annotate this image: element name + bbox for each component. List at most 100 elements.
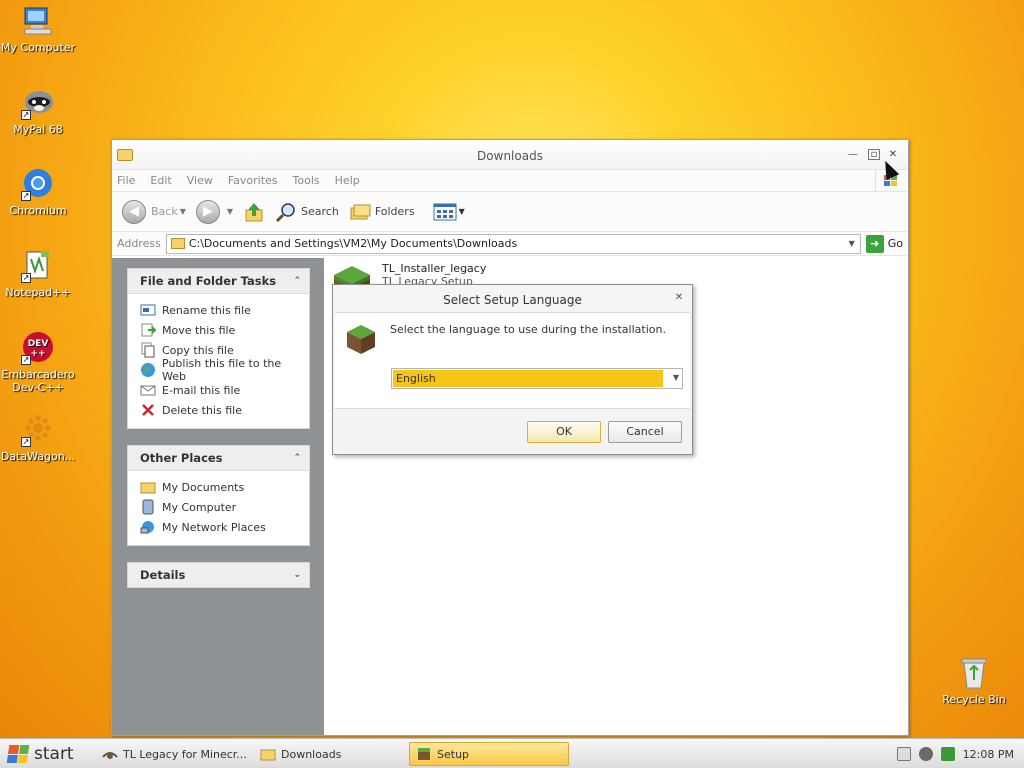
address-bar: Address C:\Documents and Settings\VM2\My… (112, 232, 908, 256)
desktop-icon-devcpp[interactable]: DEV ++ ↗ Embarcadero Dev-C++ (0, 331, 78, 394)
chromium-icon: ↗ (21, 167, 55, 201)
task-publish[interactable]: Publish this file to the Web (140, 357, 299, 383)
collapse-icon[interactable]: ⌃ (293, 276, 301, 286)
task-rename[interactable]: Rename this file (140, 300, 299, 320)
place-label: My Documents (162, 480, 245, 494)
dialog-titlebar[interactable]: Select Setup Language ✕ (333, 285, 692, 312)
start-button[interactable]: start (2, 741, 78, 767)
desktop-icon-label: Notepad++ (5, 286, 71, 299)
other-places-panel: Other Places ⌃ My Documents My Computer … (127, 445, 310, 546)
task-pane: File and Folder Tasks ⌃ Rename this file… (112, 258, 324, 735)
expand-icon[interactable]: ⌄ (293, 570, 301, 580)
minecraft-block-icon (345, 323, 377, 355)
language-select[interactable]: English ▼ (391, 368, 683, 389)
back-arrow-icon: ◀ (122, 199, 146, 224)
menu-bar: File Edit View Favorites Tools Help (112, 170, 908, 192)
window-titlebar[interactable]: Downloads — ▫ ✕ (112, 140, 908, 170)
cancel-button[interactable]: Cancel (608, 421, 682, 443)
datawagon-icon: ↗ (21, 413, 55, 447)
desktop-icon-label: Chromium (9, 204, 67, 217)
collapse-icon[interactable]: ⌃ (293, 453, 301, 463)
menu-tools[interactable]: Tools (293, 174, 320, 187)
place-network[interactable]: My Network Places (140, 517, 299, 537)
chevron-down-icon: ▼ (458, 207, 465, 216)
back-button[interactable]: ◀ Back ▼ (122, 199, 186, 224)
menu-help[interactable]: Help (335, 174, 360, 187)
panel-title: Other Places (140, 451, 223, 465)
desktop-icon-my-computer[interactable]: My Computer (0, 4, 78, 54)
ok-button[interactable]: OK (527, 421, 601, 443)
back-label: Back (151, 205, 178, 218)
menu-edit[interactable]: Edit (150, 174, 171, 187)
network-status-icon[interactable] (940, 747, 955, 761)
taskbar-item-tl-legacy[interactable]: TL Legacy for Minecr... (96, 742, 250, 766)
folders-label: Folders (374, 205, 415, 218)
keyboard-icon[interactable] (896, 747, 911, 761)
place-my-computer[interactable]: My Computer (140, 497, 299, 517)
taskbar-item-downloads[interactable]: Downloads (254, 742, 404, 766)
globe-icon (140, 362, 156, 378)
shortcut-arrow-icon: ↗ (21, 191, 31, 201)
task-label: Copy this file (162, 343, 234, 357)
search-button[interactable]: Search (275, 201, 339, 223)
go-button[interactable]: ➜ Go (865, 234, 903, 253)
panel-header[interactable]: Details ⌄ (128, 563, 309, 587)
dialog-close-button[interactable]: ✕ (672, 291, 686, 305)
setup-language-dialog[interactable]: Select Setup Language ✕ Select the langu… (332, 284, 693, 455)
desktop-icon-label: My Computer (0, 41, 76, 54)
task-move[interactable]: Move this file (140, 320, 299, 340)
chevron-down-icon[interactable]: ▼ (673, 373, 679, 382)
go-arrow-icon: ➜ (865, 234, 884, 253)
security-icon[interactable] (918, 747, 933, 761)
svg-text:++: ++ (30, 349, 45, 359)
windows-logo-icon (6, 745, 30, 763)
task-label: Rename this file (162, 303, 251, 317)
email-icon (140, 382, 156, 398)
desktop-icon-notepadpp[interactable]: ↗ Notepad++ (0, 249, 78, 299)
shortcut-arrow-icon: ↗ (21, 273, 31, 283)
folders-icon (350, 204, 371, 219)
views-button[interactable]: ▼ (433, 203, 465, 221)
taskbar-item-setup[interactable]: Setup (409, 742, 569, 766)
forward-arrow-icon: ▶ (195, 199, 220, 224)
chevron-down-icon[interactable]: ▼ (844, 239, 860, 248)
taskbar-item-label: Setup (437, 747, 470, 761)
dialog-body: Select the language to use during the in… (335, 312, 690, 409)
delete-icon (140, 402, 156, 418)
desktop-icon-datawagon[interactable]: ↗ DataWagon... (0, 413, 78, 463)
restore-button[interactable]: ▫ (868, 149, 880, 160)
desktop-icon-chromium[interactable]: ↗ Chromium (0, 167, 78, 217)
folders-button[interactable]: Folders (349, 202, 415, 222)
file-name: TL_Installer_legacy (382, 262, 487, 275)
up-folder-button[interactable] (243, 201, 265, 223)
task-label: Move this file (162, 323, 236, 337)
panel-header[interactable]: File and Folder Tasks ⌃ (128, 269, 309, 293)
panel-header[interactable]: Other Places ⌃ (128, 446, 309, 470)
start-label: start (34, 744, 74, 764)
move-icon (140, 322, 157, 338)
forward-button[interactable]: ▶ ▼ (195, 199, 233, 224)
clock[interactable]: 12:08 PM (963, 748, 1014, 761)
desktop-icon-mypal[interactable]: ↗ MyPal 68 (0, 86, 78, 136)
go-label: Go (887, 237, 903, 250)
notepadpp-icon: ↗ (21, 249, 55, 283)
address-input[interactable]: C:\Documents and Settings\VM2\My Documen… (165, 233, 861, 254)
window-title: Downloads (477, 149, 543, 163)
menu-file[interactable]: File (117, 174, 135, 187)
details-panel: Details ⌄ (127, 562, 310, 588)
minimize-button[interactable]: — (846, 149, 860, 161)
task-email[interactable]: E-mail this file (140, 380, 299, 400)
menu-view[interactable]: View (187, 174, 213, 187)
task-label: Delete this file (162, 403, 242, 417)
place-my-documents[interactable]: My Documents (140, 477, 299, 497)
rename-icon (140, 302, 156, 318)
task-delete[interactable]: Delete this file (140, 400, 299, 420)
computer-icon (21, 4, 55, 38)
tl-legacy-icon (102, 747, 118, 761)
task-label: Publish this file to the Web (162, 357, 282, 383)
desktop-icon-recycle-bin[interactable]: Recycle Bin (940, 656, 1008, 706)
up-folder-icon (245, 202, 263, 221)
folder-icon (170, 238, 185, 249)
menu-favorites[interactable]: Favorites (228, 174, 278, 187)
panel-title: Details (140, 568, 186, 582)
